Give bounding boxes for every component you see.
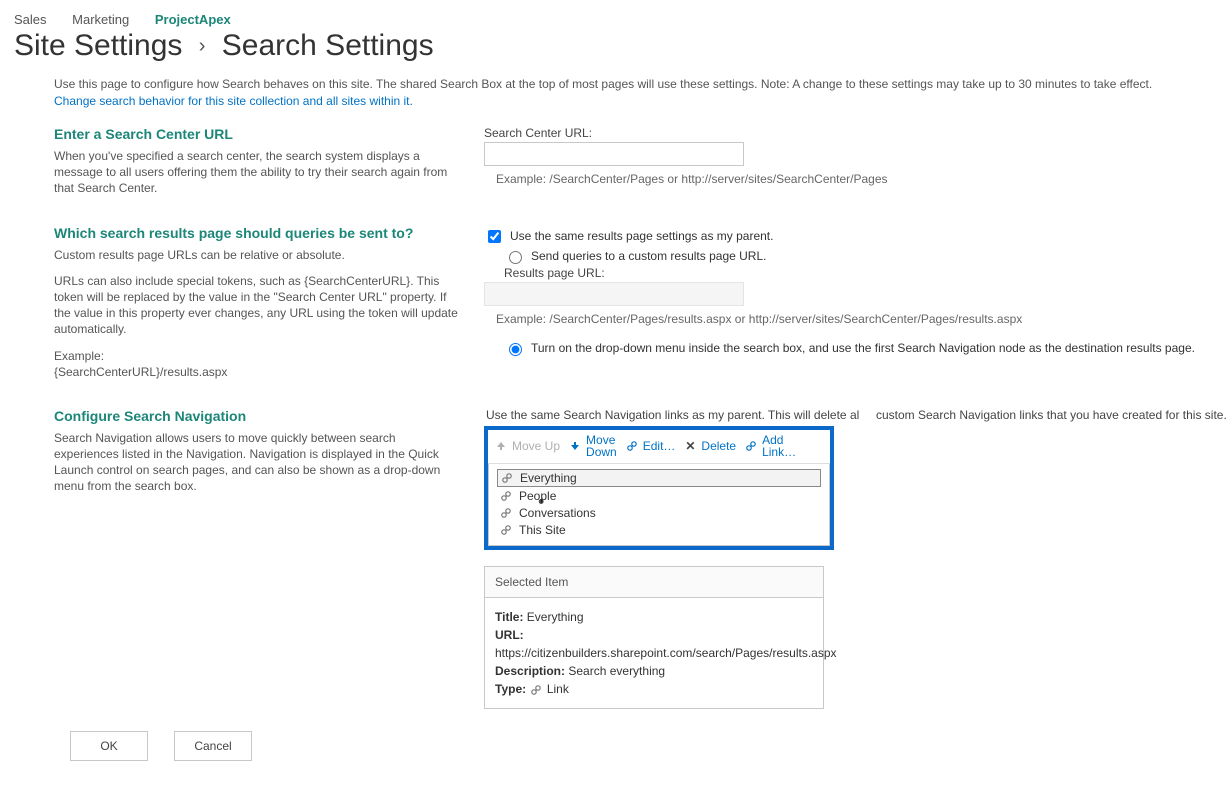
use-parent-results-checkbox[interactable] — [488, 230, 501, 243]
sel-desc-k: Description: — [495, 664, 565, 678]
nav-item-label: Everything — [520, 471, 577, 485]
custom-results-label: Send queries to a custom results page UR… — [531, 249, 766, 263]
use-parent-results-label: Use the same results page settings as my… — [510, 229, 773, 243]
add-link-button[interactable]: AddLink… — [744, 434, 796, 459]
sel-url-k: URL: — [495, 628, 524, 642]
move-down-button[interactable]: MoveDown — [568, 434, 617, 459]
link-icon — [499, 506, 513, 520]
nav-item-everything[interactable]: Everything — [497, 469, 821, 487]
nav-item-label: This Site — [519, 523, 566, 537]
page-title: Site Settings › Search Settings — [14, 29, 1212, 63]
crumb-sales[interactable]: Sales — [14, 12, 47, 27]
nav-item-label: People — [519, 489, 556, 503]
arrow-down-icon — [568, 439, 582, 453]
link-icon — [625, 439, 639, 453]
sec3-body: Search Navigation allows users to move q… — [54, 430, 460, 495]
delete-button[interactable]: ✕ Delete — [683, 439, 736, 453]
dropdown-radio-label: Turn on the drop-down menu inside the se… — [531, 341, 1195, 355]
sec3-title: Configure Search Navigation — [54, 408, 460, 424]
use-parent-nav-line: Use the same Search Navigation links as … — [486, 408, 1226, 422]
link-icon — [499, 523, 513, 537]
ok-button[interactable]: OK — [70, 731, 148, 761]
sel-type-k: Type: — [495, 682, 526, 696]
link-icon — [744, 439, 758, 453]
chevron-right-icon: › — [199, 35, 206, 58]
nav-item-people[interactable]: People — [497, 488, 821, 504]
nav-item-this-site[interactable]: This Site — [497, 522, 821, 538]
search-nav-editor-highlight: Move Up MoveDown Edit… — [484, 426, 834, 550]
sec2-p1: Custom results page URLs can be relative… — [54, 247, 460, 263]
results-page-url-hint: Example: /SearchCenter/Pages/results.asp… — [496, 312, 1204, 326]
move-up-button: Move Up — [494, 439, 560, 453]
sel-url-v: https://citizenbuilders.sharepoint.com/s… — [495, 644, 813, 662]
sec2-p2: URLs can also include special tokens, su… — [54, 273, 460, 338]
sec1-body: When you've specified a search center, t… — [54, 148, 460, 197]
sec1-title: Enter a Search Center URL — [54, 126, 460, 142]
results-page-url-input — [484, 282, 744, 306]
crumb-projectapex[interactable]: ProjectApex — [155, 12, 231, 27]
nav-item-conversations[interactable]: Conversations — [497, 505, 821, 521]
selected-item-panel: Selected Item Title: Everything URL: htt… — [484, 566, 824, 709]
search-center-url-hint: Example: /SearchCenter/Pages or http://s… — [496, 172, 1204, 186]
title-b: Search Settings — [222, 29, 434, 62]
search-center-url-label: Search Center URL: — [484, 126, 1204, 140]
title-a: Site Settings — [14, 29, 182, 62]
nav-toolbar: Move Up MoveDown Edit… — [488, 430, 830, 464]
link-icon — [529, 683, 543, 697]
sec2-example-label: Example: — [54, 348, 460, 364]
intro-text: Use this page to configure how Search be… — [54, 77, 1204, 91]
use-parent-results-checkbox-row[interactable]: Use the same results page settings as my… — [484, 227, 1204, 246]
edit-button[interactable]: Edit… — [625, 439, 676, 453]
results-page-url-label: Results page URL: — [504, 266, 1204, 280]
link-icon — [500, 471, 514, 485]
search-center-url-input[interactable] — [484, 142, 744, 166]
sec2-example-value: {SearchCenterURL}/results.aspx — [54, 364, 460, 380]
custom-results-radio[interactable] — [509, 251, 522, 264]
sel-title-k: Title: — [495, 610, 523, 624]
dropdown-radio-row[interactable]: Turn on the drop-down menu inside the se… — [504, 340, 1204, 356]
sel-title-v: Everything — [527, 610, 584, 624]
close-icon: ✕ — [683, 439, 697, 453]
sel-desc-v: Search everything — [568, 664, 665, 678]
selected-item-header: Selected Item — [485, 567, 823, 598]
crumb-marketing[interactable]: Marketing — [72, 12, 129, 27]
link-icon — [499, 489, 513, 503]
intro-link[interactable]: Change search behavior for this site col… — [54, 94, 413, 108]
cancel-button[interactable]: Cancel — [174, 731, 252, 761]
custom-results-radio-row[interactable]: Send queries to a custom results page UR… — [504, 248, 1204, 264]
sec2-title: Which search results page should queries… — [54, 225, 460, 241]
arrow-up-icon — [494, 439, 508, 453]
breadcrumb: Sales Marketing ProjectApex — [14, 12, 1212, 27]
nav-list: Everything People Conversa — [488, 464, 830, 546]
sel-type-v: Link — [547, 682, 569, 696]
dropdown-radio[interactable] — [509, 343, 522, 356]
nav-item-label: Conversations — [519, 506, 596, 520]
